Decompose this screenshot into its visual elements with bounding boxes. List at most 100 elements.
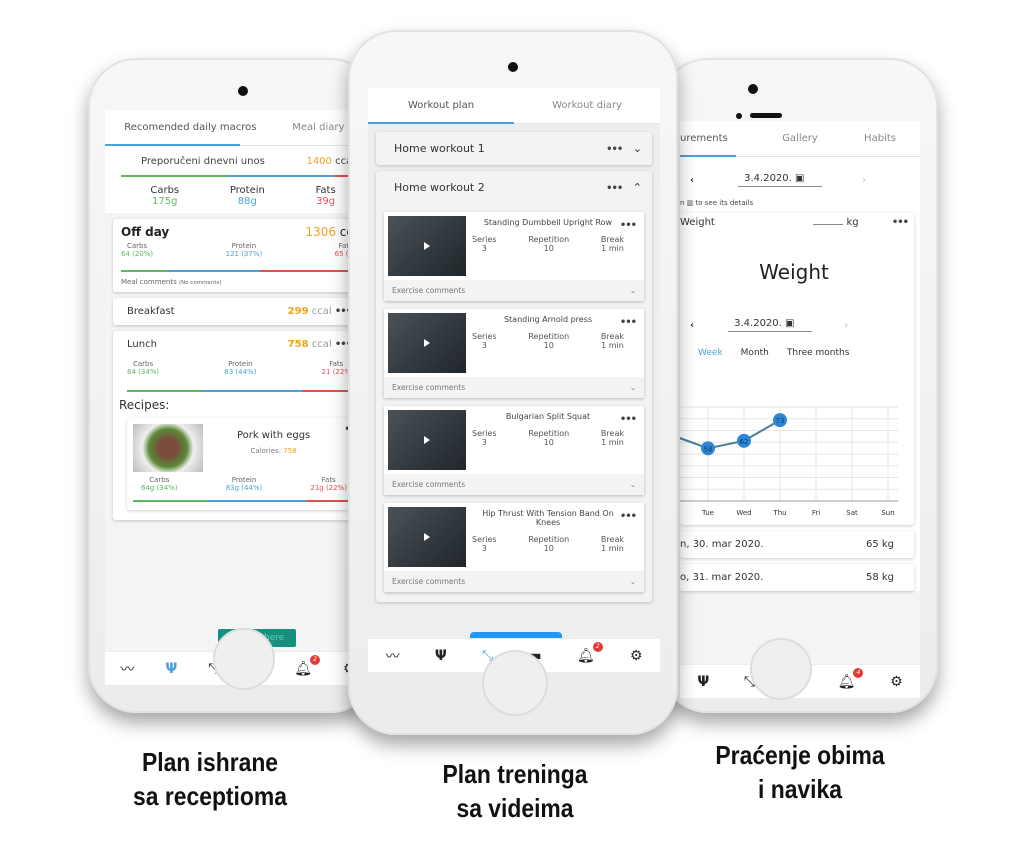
exercise-card[interactable]: Hip Thrust With Tension Band On Knees Se…	[384, 503, 644, 592]
entry-value: 58 kg	[865, 572, 894, 583]
trending-icon[interactable]: 〰	[120, 659, 134, 679]
chevron-right-icon[interactable]: ›	[844, 320, 848, 331]
exercise-card[interactable]: Standing Dumbbell Upright Row Series 3 Re…	[384, 212, 644, 301]
more-icon[interactable]: •••	[606, 144, 623, 155]
more-icon[interactable]: •••	[892, 217, 909, 228]
entry-date: n, 30. mar 2020.	[680, 539, 764, 550]
restaurant-icon[interactable]: Ψ	[435, 648, 447, 664]
nutrition-tabs: Recomended daily macros Meal diary	[105, 110, 361, 146]
comments-note: (No comments)	[178, 280, 222, 286]
exercise-card[interactable]: Standing Arnold press Series 3 Repetition…	[384, 309, 644, 398]
series-value: 3	[481, 544, 487, 553]
chevron-up-icon[interactable]: ⌃	[633, 181, 642, 194]
exercise-list: Standing Dumbbell Upright Row Series 3 Re…	[376, 212, 652, 592]
lunch-macro-bar	[127, 390, 351, 392]
bell-icon[interactable]: 🔔︎ 2	[577, 641, 603, 664]
plan-item[interactable]: Home workout 1 ••• ⌄	[376, 132, 652, 165]
exercise-comments[interactable]: Exercise comments ⌄	[384, 377, 644, 398]
protein-label: Protein	[231, 476, 257, 484]
macro-label: Carbs	[150, 185, 180, 196]
camera	[748, 84, 758, 94]
daily-intake: Preporučeni dnevni unos 1400 ccal Carbs 1…	[105, 146, 361, 213]
chevron-down-icon: ⌄	[629, 383, 636, 392]
entry-row[interactable]: n, 30. mar 2020. 65 kg	[680, 531, 914, 558]
home-button	[750, 638, 812, 700]
home-button	[482, 650, 548, 716]
trending-icon[interactable]: 〰	[386, 646, 400, 666]
date-field[interactable]: 3.4.2020. ▣	[728, 318, 813, 332]
recipe-card[interactable]: Pork with eggs Calories: 758 •• Carbs64g…	[127, 418, 361, 510]
repetition-value: 10	[543, 341, 554, 350]
caption-line: Plan treninga	[442, 759, 588, 789]
more-icon[interactable]: •••	[620, 414, 637, 425]
bell-icon[interactable]: 🔔︎ 2	[294, 654, 321, 677]
tab-workout-plan[interactable]: Workout plan	[368, 88, 514, 123]
restaurant-icon[interactable]: Ψ	[165, 661, 177, 677]
video-thumbnail[interactable]	[388, 313, 466, 373]
more-icon[interactable]: •••	[606, 183, 623, 194]
more-icon[interactable]: •••	[620, 220, 637, 231]
series-label: Series	[472, 429, 497, 438]
settings-icon[interactable]: ⚙	[890, 674, 903, 690]
video-thumbnail[interactable]	[388, 507, 466, 567]
series-label: Series	[472, 235, 497, 244]
exercise-comments[interactable]: Exercise comments ⌄	[384, 280, 644, 301]
tab-recommended-macros[interactable]: Recomended daily macros	[105, 110, 276, 145]
hint-prefix: n	[680, 199, 685, 207]
caption-line: Praćenje obima	[715, 740, 885, 770]
caption-line: sa videima	[456, 793, 574, 823]
range-three-months[interactable]: Three months	[787, 348, 850, 358]
exercise-comments[interactable]: Exercise comments ⌄	[384, 474, 644, 495]
day-card[interactable]: Off day 1306 cc Carbs 64 (20%) Protein 121…	[113, 219, 361, 292]
breakfast-card[interactable]: Breakfast 299 ccal •••	[113, 298, 361, 325]
plan-header[interactable]: Home workout 2 ••• ⌃	[376, 171, 652, 204]
video-thumbnail[interactable]	[388, 216, 466, 276]
date-value: 3.4.2020.	[744, 173, 792, 184]
fats-value: 21g (22%)	[310, 484, 347, 492]
tab-habits[interactable]: Habits	[840, 121, 920, 156]
break-label: Break	[600, 332, 624, 341]
exercise-name: Bulgarian Split Squat	[505, 412, 591, 421]
macro-protein: Protein 88g	[230, 185, 265, 207]
range-month[interactable]: Month	[741, 348, 769, 358]
chevron-left-icon[interactable]: ‹	[690, 175, 694, 186]
macro-label: Protein	[229, 185, 265, 196]
comments-label: Meal comments	[121, 278, 177, 286]
day-kcal: 1306	[305, 225, 336, 239]
data-label: 73	[776, 417, 785, 425]
data-label: 58	[704, 445, 713, 453]
chevron-right-icon[interactable]: ›	[862, 175, 866, 186]
entry-row[interactable]: o, 31. mar 2020. 58 kg	[680, 564, 914, 591]
series-value: 3	[481, 244, 487, 253]
settings-icon[interactable]: ⚙	[630, 648, 643, 664]
range-week[interactable]: Week	[698, 348, 723, 358]
tab-workout-diary[interactable]: Workout diary	[514, 88, 660, 123]
exercise-name: Standing Dumbbell Upright Row	[483, 218, 613, 227]
exercise-comments[interactable]: Exercise comments ⌄	[384, 571, 644, 592]
repetition-label: Repetition	[528, 332, 570, 341]
chevron-left-icon[interactable]: ‹	[690, 320, 694, 331]
video-thumbnail[interactable]	[388, 410, 466, 470]
meal-comments[interactable]: Meal comments (No comments)⌄	[121, 278, 353, 286]
date-field[interactable]: 3.4.2020. ▣	[738, 173, 823, 187]
tab-measurements[interactable]: urements	[680, 121, 760, 156]
bell-icon[interactable]: 🔔︎ 4	[838, 667, 864, 690]
tab-gallery[interactable]: Gallery	[760, 121, 840, 156]
recipe-name: Pork with eggs	[236, 430, 311, 441]
weight-input[interactable]	[813, 224, 844, 225]
weight-label: Weight	[680, 217, 715, 228]
protein-value: 83g (44%)	[225, 484, 263, 492]
workout-screen: Workout plan Workout diary Home workout …	[368, 88, 660, 672]
chevron-down-icon: ⌄	[629, 480, 636, 489]
more-icon[interactable]: •••	[620, 511, 637, 522]
calendar-icon: ▣	[785, 318, 795, 329]
restaurant-icon[interactable]: Ψ	[697, 674, 709, 690]
more-icon[interactable]: •••	[620, 317, 637, 328]
caption-workout: Plan treninga sa videima	[409, 757, 620, 825]
speaker	[750, 113, 782, 118]
exercise-card[interactable]: Bulgarian Split Squat Series 3 Repetition…	[384, 406, 644, 495]
protein-value: 121 (37%)	[225, 250, 263, 258]
macro-label: Fats	[315, 185, 336, 196]
lunch-card[interactable]: Lunch 758 ccal ••• Carbs 64 (34%) Protein…	[113, 331, 361, 520]
chevron-down-icon[interactable]: ⌄	[633, 142, 642, 155]
